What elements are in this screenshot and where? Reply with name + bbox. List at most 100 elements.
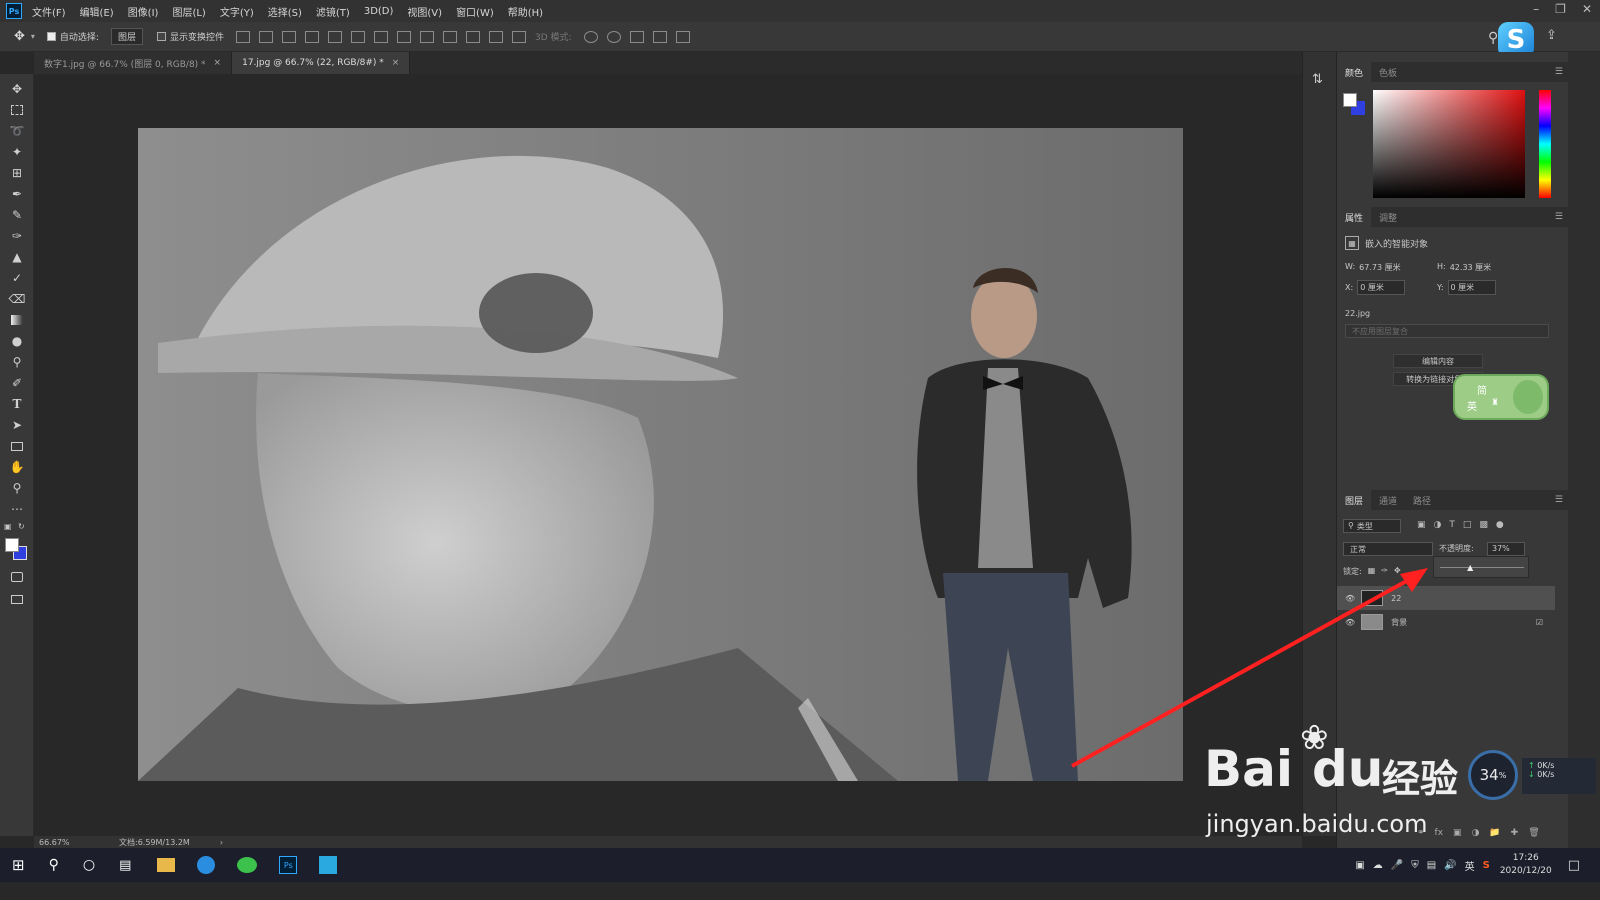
tab-swatches[interactable]: 色板 [1371, 62, 1405, 82]
pen-tool-icon[interactable]: ✐ [8, 374, 26, 392]
distribute-top-icon[interactable] [374, 30, 388, 43]
eraser-tool-icon[interactable]: ⌫ [8, 290, 26, 308]
type-tool-icon[interactable]: T [8, 395, 26, 413]
app-taskbar-icon[interactable] [319, 856, 338, 874]
volume-icon[interactable]: 🔊 [1444, 860, 1456, 871]
close-icon[interactable]: × [214, 58, 222, 68]
more-tools-icon[interactable]: ⋯ [8, 500, 26, 518]
zoom-tool-icon[interactable]: ⚲ [8, 479, 26, 497]
dodge-tool-icon[interactable]: ⚲ [8, 353, 26, 371]
screen-mode-icon[interactable] [8, 590, 26, 608]
panel-menu-icon[interactable]: ☰ [1555, 212, 1563, 222]
distribute-right-icon[interactable] [489, 30, 503, 43]
shield-icon[interactable]: ⛨ [1411, 860, 1419, 871]
restore-icon[interactable]: ❐ [1555, 2, 1566, 16]
menu-type[interactable]: 文字(Y) [220, 4, 254, 19]
3d-rotate-icon[interactable] [583, 30, 598, 43]
distribute-hcenter-icon[interactable] [466, 30, 480, 43]
distribute-vcenter-icon[interactable] [397, 30, 411, 43]
menu-edit[interactable]: 编辑(E) [80, 4, 114, 19]
3d-slide-icon[interactable] [652, 30, 667, 43]
cortana-icon[interactable]: ○ [83, 857, 95, 873]
layer-filter-select[interactable]: ⚲ 类型 [1343, 519, 1401, 533]
marquee-tool-icon[interactable] [8, 101, 26, 119]
tab-channels[interactable]: 通道 [1371, 490, 1405, 510]
x-input[interactable]: 0 厘米 [1357, 280, 1406, 295]
distribute-bottom-icon[interactable] [420, 30, 434, 43]
menu-filter[interactable]: 滤镜(T) [316, 4, 350, 19]
microphone-icon[interactable]: 🎤 [1391, 860, 1403, 871]
shape-filter-icon[interactable]: □ [1463, 520, 1472, 530]
align-vcenter-icon[interactable] [259, 30, 273, 43]
pixel-filter-icon[interactable]: ▣ [1417, 520, 1426, 530]
tab-layers[interactable]: 图层 [1337, 490, 1372, 510]
h-value[interactable]: 42.33 厘米 [1450, 262, 1491, 273]
edit-contents-button[interactable]: 编辑内容 [1393, 354, 1483, 368]
gradient-tool-icon[interactable] [8, 311, 26, 329]
ime-status-badge[interactable]: 简 英 ♜ [1453, 374, 1549, 420]
blur-tool-icon[interactable]: ● [8, 332, 26, 350]
rectangle-tool-icon[interactable] [8, 437, 26, 455]
menu-image[interactable]: 图像(I) [128, 4, 159, 19]
sogou-tray-icon[interactable]: S [1483, 860, 1490, 871]
panel-menu-icon[interactable]: ☰ [1555, 495, 1563, 505]
magic-wand-tool-icon[interactable]: ✦ [8, 143, 26, 161]
menu-3d[interactable]: 3D(D) [364, 6, 394, 17]
layer-comp-select[interactable]: 不应用图层复合 [1345, 324, 1549, 338]
align-top-icon[interactable] [236, 30, 250, 43]
hue-slider[interactable] [1539, 90, 1551, 198]
swap-colors-icon[interactable]: ↻ [18, 522, 25, 531]
task-view-icon[interactable]: ▤ [119, 858, 131, 873]
align-bottom-icon[interactable] [282, 30, 296, 43]
distribute-left-icon[interactable] [443, 30, 457, 43]
clone-stamp-tool-icon[interactable]: ▲ [8, 248, 26, 266]
color-fg-swatch[interactable] [1343, 93, 1357, 107]
share-icon[interactable]: ⇪ [1546, 28, 1557, 43]
close-icon[interactable]: ✕ [1582, 2, 1592, 16]
3d-roll-icon[interactable] [606, 30, 621, 43]
auto-select-dropdown[interactable]: 图层 [110, 28, 143, 45]
tab-document-2[interactable]: 17.jpg @ 66.7% (22, RGB/8#) * × [232, 52, 411, 74]
adjustment-filter-icon[interactable]: ◑ [1434, 520, 1442, 530]
healing-brush-tool-icon[interactable]: ✎ [8, 206, 26, 224]
clock[interactable]: 17:26 2020/12/20 [1500, 852, 1552, 878]
default-colors-icon[interactable]: ▣ [4, 522, 12, 531]
menu-help[interactable]: 帮助(H) [508, 4, 543, 19]
lasso-tool-icon[interactable]: ➰ [8, 122, 26, 140]
file-explorer-icon[interactable] [157, 858, 176, 872]
menu-layer[interactable]: 图层(L) [172, 4, 205, 19]
search-icon[interactable]: ⚲ [1488, 30, 1498, 46]
foreground-color-swatch[interactable] [5, 538, 19, 552]
quick-mask-icon[interactable] [8, 568, 26, 586]
zoom-level[interactable]: 66.67% [39, 838, 99, 847]
opacity-slider-thumb[interactable]: ▲ [1467, 563, 1473, 572]
move-tool-icon[interactable]: ✥ [14, 29, 25, 44]
network-icon[interactable]: ▤ [1427, 860, 1436, 871]
close-icon[interactable]: × [392, 58, 400, 68]
wechat-icon[interactable] [237, 857, 258, 873]
filter-toggle-icon[interactable]: ● [1496, 520, 1504, 530]
menu-view[interactable]: 视图(V) [407, 4, 442, 19]
tab-paths[interactable]: 路径 [1405, 490, 1439, 510]
y-input[interactable]: 0 厘米 [1447, 280, 1496, 295]
tool-preset-chevron-icon[interactable]: ▾ [31, 32, 35, 41]
tab-properties[interactable]: 属性 [1337, 207, 1372, 227]
menu-select[interactable]: 选择(S) [268, 4, 302, 19]
search-icon[interactable]: ⚲ [49, 857, 59, 873]
edge-browser-icon[interactable] [197, 856, 216, 874]
document-canvas[interactable] [138, 128, 1183, 781]
type-filter-icon[interactable]: T [1449, 520, 1455, 530]
smart-filter-icon[interactable]: ▩ [1479, 520, 1488, 530]
blend-mode-select[interactable]: 正常 [1343, 542, 1433, 556]
align-left-icon[interactable] [305, 30, 319, 43]
auto-select-checkbox[interactable] [46, 32, 56, 41]
hand-tool-icon[interactable]: ✋ [8, 458, 26, 476]
ime-language-label[interactable]: 英 [1465, 858, 1475, 873]
3d-pan-icon[interactable] [629, 30, 644, 43]
move-tool-icon[interactable]: ✥ [8, 80, 26, 98]
color-picker-field[interactable] [1373, 90, 1525, 198]
menu-window[interactable]: 窗口(W) [456, 4, 494, 19]
panel-menu-icon[interactable]: ☰ [1555, 67, 1563, 77]
minimize-icon[interactable]: – [1533, 2, 1539, 16]
windows-start-icon[interactable]: ⊞ [12, 856, 25, 874]
